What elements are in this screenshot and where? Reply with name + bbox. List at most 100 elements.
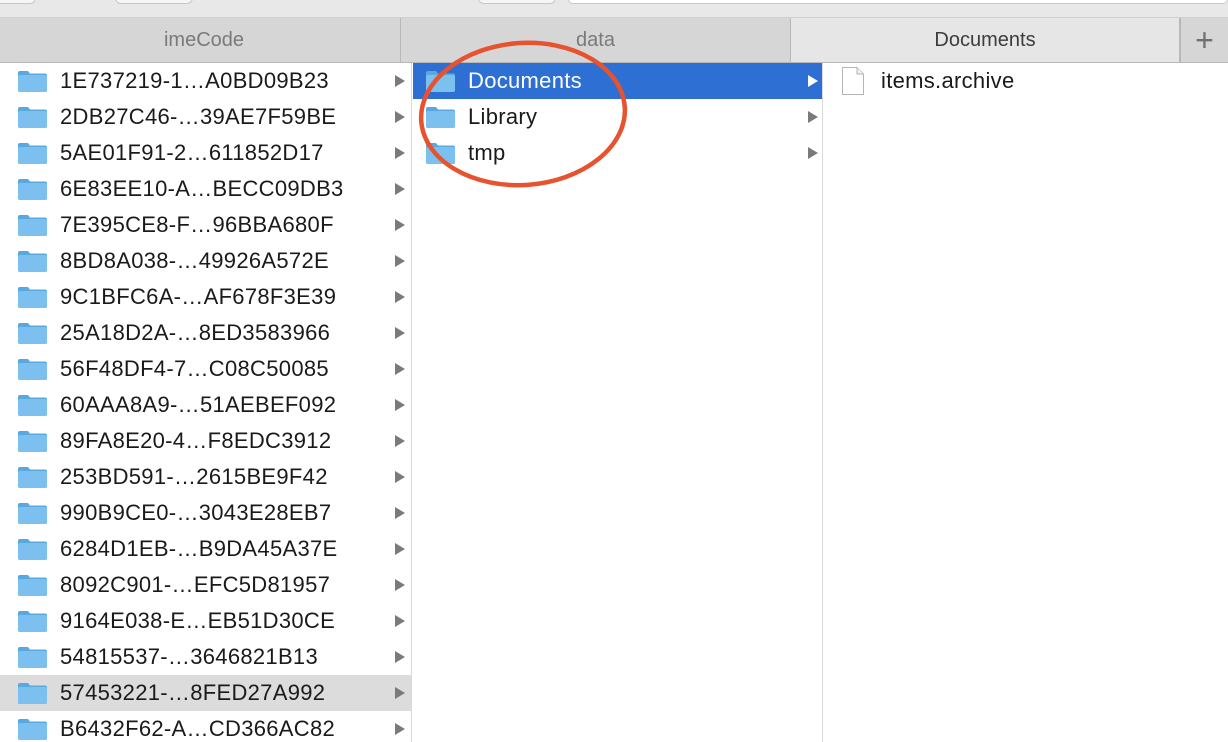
disclosure-arrow-icon: [395, 543, 405, 555]
disclosure-arrow-icon: [395, 183, 405, 195]
folder-icon: [17, 105, 48, 129]
container-folder-row-label: 54815537-…3646821B13: [60, 644, 319, 669]
disclosure-arrow-icon: [395, 579, 405, 591]
container-folder-row-label: 6284D1EB-…B9DA45A37E: [60, 536, 338, 561]
disclosure-arrow-icon: [395, 219, 405, 231]
folder-icon: [17, 393, 48, 417]
disclosure-arrow-icon: [395, 75, 405, 87]
container-folder-row-label: 25A18D2A-…8ED3583966: [60, 320, 331, 345]
folder-icon: [17, 609, 48, 633]
folder-icon: [17, 213, 48, 237]
container-folder-row-label: 5AE01F91-2…611852D17: [60, 140, 324, 165]
toolbar-button[interactable]: [0, 0, 36, 4]
container-folder-row[interactable]: 6284D1EB-…B9DA45A37E: [0, 531, 411, 567]
column-containers[interactable]: 1E737219-1…A0BD09B23 2DB27C46-…39AE7F59B…: [0, 63, 412, 742]
container-folder-row-label: 9C1BFC6A-…AF678F3E39: [60, 284, 337, 309]
folder-icon: [17, 573, 48, 597]
container-folder-row[interactable]: 6E83EE10-A…BECC09DB3: [0, 171, 411, 207]
search-field[interactable]: [568, 0, 1228, 4]
tab-label: data: [576, 28, 615, 51]
container-folder-row[interactable]: 57453221-…8FED27A992: [0, 675, 411, 711]
tab-imecode[interactable]: imeCode: [8, 18, 401, 62]
disclosure-arrow-icon: [395, 687, 405, 699]
container-folder-row[interactable]: 60AAA8A9-…51AEBEF092: [0, 387, 411, 423]
folder-icon: [425, 69, 456, 93]
disclosure-arrow-icon: [395, 363, 405, 375]
container-folder-row[interactable]: 2DB27C46-…39AE7F59BE: [0, 99, 411, 135]
tab-label: imeCode: [163, 28, 245, 51]
disclosure-arrow-icon: [395, 471, 405, 483]
data-folder-row[interactable]: Documents: [413, 63, 822, 99]
container-folder-row-label: 57453221-…8FED27A992: [60, 680, 326, 705]
folder-icon: [17, 645, 48, 669]
folder-icon: [17, 177, 48, 201]
data-folder-row-label: Library: [468, 104, 538, 129]
folder-icon: [17, 321, 48, 345]
file-row-label: items.archive: [881, 68, 1015, 93]
folder-icon: [17, 717, 48, 741]
disclosure-arrow-icon: [395, 327, 405, 339]
folder-icon: [17, 357, 48, 381]
container-folder-row-label: 60AAA8A9-…51AEBEF092: [60, 392, 337, 417]
disclosure-arrow-icon: [395, 291, 405, 303]
container-folder-row-label: 8092C901-…EFC5D81957: [60, 572, 331, 597]
folder-icon: [17, 681, 48, 705]
disclosure-arrow-icon: [808, 147, 818, 159]
data-folder-row[interactable]: Library: [413, 99, 822, 135]
add-tab-button[interactable]: +: [1180, 18, 1228, 62]
folder-icon: [17, 141, 48, 165]
folder-icon: [17, 69, 48, 93]
tab-documents[interactable]: Documents: [791, 18, 1180, 62]
container-folder-row[interactable]: 9C1BFC6A-…AF678F3E39: [0, 279, 411, 315]
disclosure-arrow-icon: [808, 75, 818, 87]
container-folder-row[interactable]: 253BD591-…2615BE9F42: [0, 459, 411, 495]
disclosure-arrow-icon: [395, 435, 405, 447]
container-folder-row[interactable]: 8BD8A038-…49926A572E: [0, 243, 411, 279]
container-folder-row[interactable]: 9164E038-E…EB51D30CE: [0, 603, 411, 639]
container-folder-row[interactable]: 990B9CE0-…3043E28EB7: [0, 495, 411, 531]
column-documents[interactable]: items.archive: [824, 63, 1228, 742]
toolbar-button[interactable]: [115, 0, 193, 4]
container-folder-row[interactable]: 56F48DF4-7…C08C50085: [0, 351, 411, 387]
container-folder-row[interactable]: 8092C901-…EFC5D81957: [0, 567, 411, 603]
container-folder-row[interactable]: 25A18D2A-…8ED3583966: [0, 315, 411, 351]
container-folder-row[interactable]: 89FA8E20-4…F8EDC3912: [0, 423, 411, 459]
container-folder-row-label: 8BD8A038-…49926A572E: [60, 248, 329, 273]
folder-icon: [17, 285, 48, 309]
column-data[interactable]: Documents Library tmp: [413, 63, 823, 742]
data-folder-row-label: Documents: [468, 68, 582, 93]
folder-icon: [17, 429, 48, 453]
disclosure-arrow-icon: [395, 651, 405, 663]
container-folder-row-label: 56F48DF4-7…C08C50085: [60, 356, 329, 381]
container-folder-row-label: B6432F62-A…CD366AC82: [60, 716, 336, 741]
disclosure-arrow-icon: [395, 147, 405, 159]
folder-icon: [17, 465, 48, 489]
tab-data[interactable]: data: [401, 18, 791, 62]
disclosure-arrow-icon: [395, 399, 405, 411]
container-folder-row-label: 6E83EE10-A…BECC09DB3: [60, 176, 344, 201]
container-folder-row[interactable]: 54815537-…3646821B13: [0, 639, 411, 675]
container-folder-row[interactable]: 5AE01F91-2…611852D17: [0, 135, 411, 171]
container-folder-row[interactable]: 7E395CE8-F…96BBA680F: [0, 207, 411, 243]
toolbar-button[interactable]: [478, 0, 556, 4]
disclosure-arrow-icon: [395, 111, 405, 123]
disclosure-arrow-icon: [395, 723, 405, 735]
folder-icon: [425, 105, 456, 129]
folder-icon: [17, 249, 48, 273]
plus-icon: +: [1195, 21, 1214, 58]
disclosure-arrow-icon: [395, 255, 405, 267]
container-folder-row[interactable]: 1E737219-1…A0BD09B23: [0, 63, 411, 99]
disclosure-arrow-icon: [808, 111, 818, 123]
data-folder-row[interactable]: tmp: [413, 135, 822, 171]
tab-label: Documents: [934, 28, 1036, 51]
disclosure-arrow-icon: [395, 507, 405, 519]
toolbar: [0, 0, 1228, 18]
file-row[interactable]: items.archive: [824, 63, 1228, 99]
container-folder-row[interactable]: B6432F62-A…CD366AC82: [0, 711, 411, 742]
container-folder-row-label: 253BD591-…2615BE9F42: [60, 464, 328, 489]
disclosure-arrow-icon: [395, 615, 405, 627]
data-folder-row-label: tmp: [468, 140, 506, 165]
container-folder-row-label: 7E395CE8-F…96BBA680F: [60, 212, 334, 237]
container-folder-row-label: 990B9CE0-…3043E28EB7: [60, 500, 332, 525]
folder-icon: [425, 141, 456, 165]
